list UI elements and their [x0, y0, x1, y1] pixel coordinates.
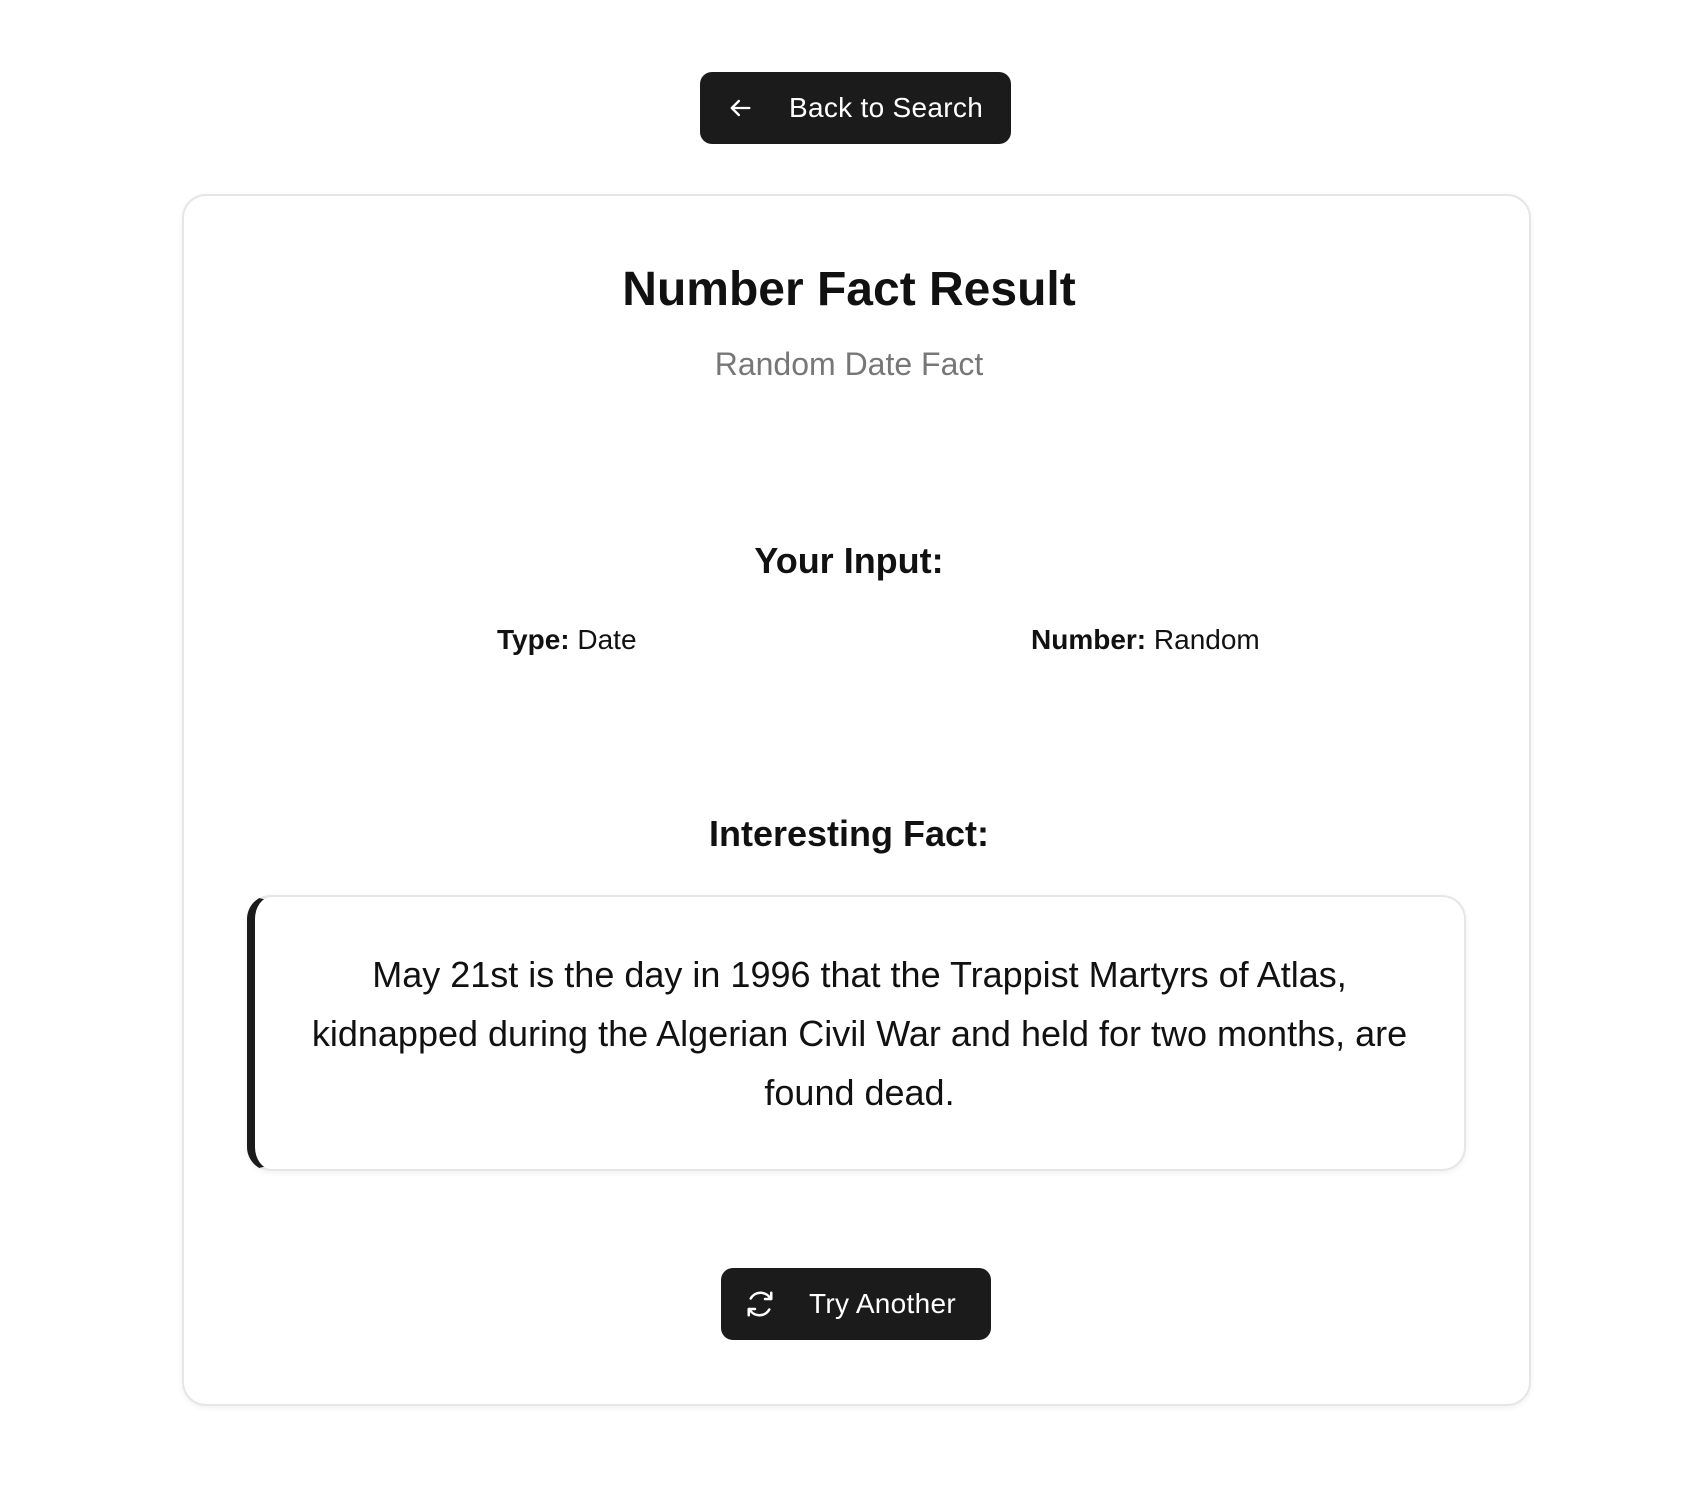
fact-text: May 21st is the day in 1996 that the Tra… [311, 953, 1408, 1113]
arrow-left-icon [726, 94, 754, 122]
input-number-field: Number: Random [1031, 624, 1260, 656]
refresh-icon [745, 1289, 775, 1319]
interesting-fact-heading: Interesting Fact: [708, 813, 990, 854]
input-type-field: Type: Date [497, 624, 637, 656]
page: Back to Search Number Fact Result Random… [0, 0, 1698, 1488]
input-number-key: Number: [1031, 624, 1147, 655]
input-type-value: Date [577, 624, 637, 655]
back-to-search-button[interactable]: Back to Search [700, 72, 1011, 144]
fact-box: May 21st is the day in 1996 that the Tra… [247, 895, 1466, 1171]
page-title: Number Fact Result [622, 263, 1076, 316]
input-number-value: Random [1153, 624, 1260, 655]
try-another-button[interactable]: Try Another [721, 1268, 991, 1340]
back-to-search-label: Back to Search [789, 92, 984, 123]
page-subtitle: Random Date Fact [714, 346, 984, 382]
try-another-label: Try Another [809, 1288, 956, 1319]
your-input-heading: Your Input: [754, 540, 944, 581]
input-type-key: Type: [497, 624, 570, 655]
